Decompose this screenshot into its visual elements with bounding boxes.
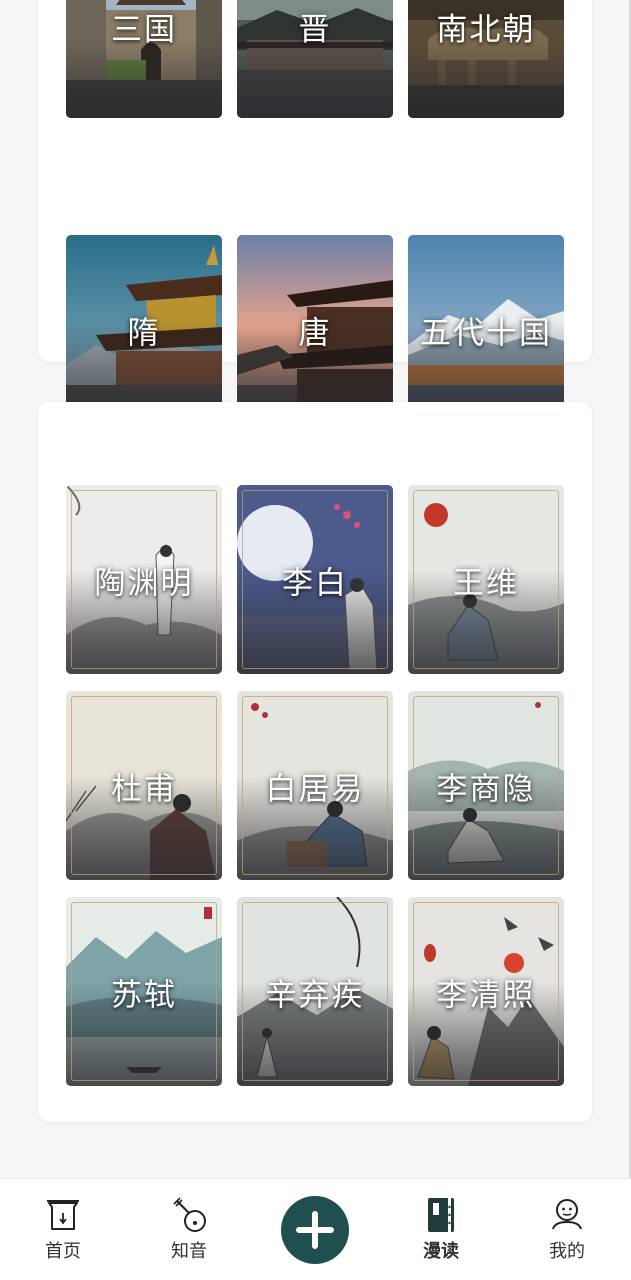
poet-tile-xinqiji[interactable]: 辛弃疾	[237, 897, 393, 1086]
dynasty-tile-wudai[interactable]: 五代十国	[408, 235, 564, 424]
poet-tile-baijuyi[interactable]: 白居易	[237, 691, 393, 880]
poet-tile-taoyuanming[interactable]: 陶渊明	[66, 485, 222, 674]
plus-icon	[296, 1211, 334, 1249]
page: 三国 晋 南北朝 隋 唐 五代十国 陶渊明 李白 王维 杜甫 白居易 李商隐 苏…	[0, 0, 631, 1280]
tab-mandu[interactable]: 漫读	[401, 1195, 481, 1263]
dynasty-tile-sanguo[interactable]: 三国	[66, 0, 222, 118]
dynasty-label: 隋	[127, 315, 161, 351]
tile-shade	[408, 42, 564, 118]
tile-shade	[237, 42, 393, 118]
poets-grid: 陶渊明 李白 王维 杜甫 白居易 李商隐 苏轼 辛弃疾 李清照	[66, 485, 564, 1086]
profile-icon	[552, 1199, 582, 1230]
dynasty-label: 唐	[298, 315, 332, 351]
poet-label: 杜甫	[111, 771, 177, 807]
poet-label: 李商隐	[436, 771, 536, 807]
tile-shade	[66, 42, 222, 118]
tab-zhiyin[interactable]: 知音	[149, 1195, 229, 1263]
poet-tile-dufu[interactable]: 杜甫	[66, 691, 222, 880]
dynasty-tile-sui[interactable]: 隋	[66, 235, 222, 424]
dynasty-label: 三国	[111, 12, 177, 48]
tab-label: 知音	[171, 1241, 207, 1262]
pipa-icon	[173, 1197, 206, 1232]
book-icon	[428, 1198, 454, 1232]
poets-card: 陶渊明 李白 王维 杜甫 白居易 李商隐 苏轼 辛弃疾 李清照	[38, 402, 592, 1122]
dynasty-label: 南北朝	[436, 12, 536, 48]
poet-label: 王维	[453, 565, 519, 601]
dynasty-label: 晋	[298, 12, 332, 48]
poet-label: 白居易	[265, 771, 365, 807]
poet-tile-liqingzhao[interactable]: 李清照	[408, 897, 564, 1086]
dynasty-tile-nanbeichao[interactable]: 南北朝	[408, 0, 564, 118]
poet-label: 李白	[282, 565, 348, 601]
poet-label: 李清照	[436, 977, 536, 1013]
tab-label: 首页	[45, 1241, 81, 1262]
dynasty-tile-jin[interactable]: 晋	[237, 0, 393, 118]
dynasty-card: 三国 晋 南北朝 隋 唐 五代十国	[38, 0, 592, 424]
poet-tile-libai[interactable]: 李白	[237, 485, 393, 674]
tab-label: 漫读	[423, 1241, 459, 1262]
dynasty-label: 五代十国	[420, 315, 552, 351]
poet-label: 陶渊明	[94, 565, 194, 601]
home-gate-icon	[47, 1200, 79, 1230]
add-button[interactable]	[281, 1196, 349, 1264]
dynasty-grid: 三国 晋 南北朝 隋 唐 五代十国	[66, 0, 564, 424]
poet-label: 苏轼	[111, 977, 177, 1013]
poet-tile-wangwei[interactable]: 王维	[408, 485, 564, 674]
tab-home[interactable]: 首页	[23, 1195, 103, 1263]
poet-label: 辛弃疾	[265, 977, 365, 1013]
tab-label: 我的	[549, 1241, 585, 1262]
dynasty-tile-tang[interactable]: 唐	[237, 235, 393, 424]
tab-mine[interactable]: 我的	[527, 1195, 607, 1263]
poet-tile-sushi[interactable]: 苏轼	[66, 897, 222, 1086]
poet-tile-lishangyin[interactable]: 李商隐	[408, 691, 564, 880]
